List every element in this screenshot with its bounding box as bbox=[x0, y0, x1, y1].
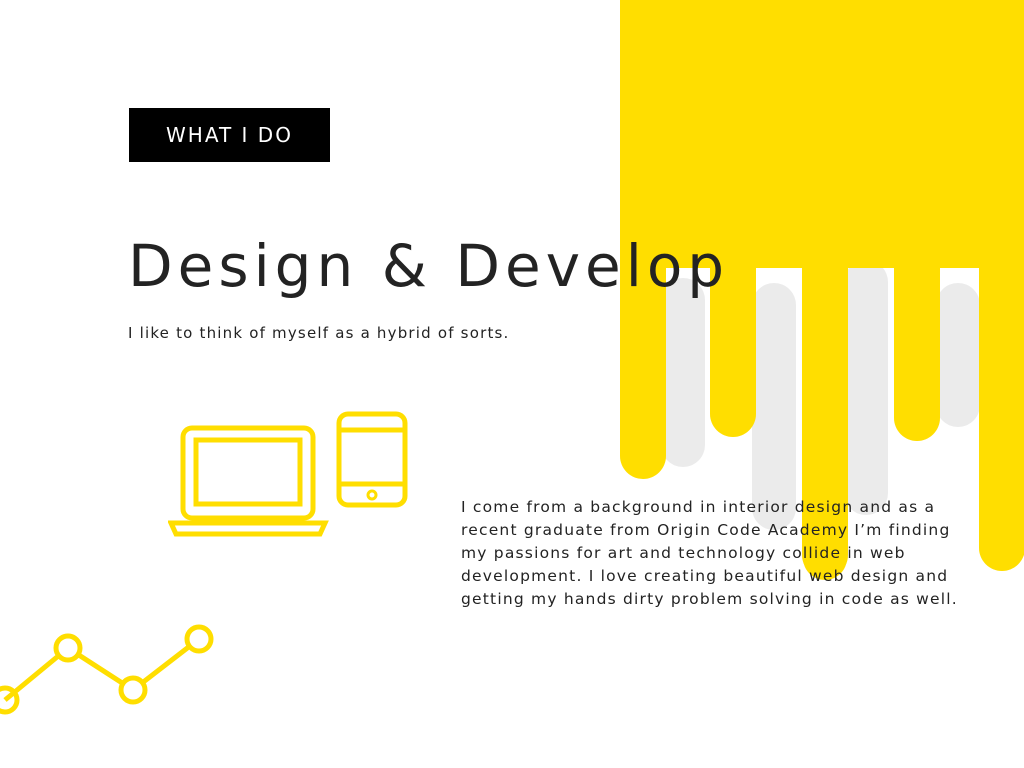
graph-node-2 bbox=[53, 633, 83, 663]
laptop-tablet-icon bbox=[168, 411, 408, 537]
about-body-text: I come from a background in interior des… bbox=[461, 498, 958, 608]
section-badge: WHAT I DO bbox=[129, 108, 330, 162]
what-i-do-page: WHAT I DO Design & Develop I like to thi… bbox=[0, 0, 1024, 768]
graph-line bbox=[3, 637, 201, 702]
tablet-home-button bbox=[366, 489, 378, 501]
graph-node-3 bbox=[118, 675, 148, 705]
laptop-screen bbox=[193, 437, 303, 507]
laptop-base bbox=[168, 520, 329, 537]
page-title: Design & Develop bbox=[128, 232, 730, 300]
tagline: I like to think of myself as a hybrid of… bbox=[128, 324, 510, 342]
graph-node-4 bbox=[184, 624, 214, 654]
line-graph-icon bbox=[0, 624, 214, 715]
laptop-icon bbox=[168, 425, 329, 537]
tablet-icon bbox=[336, 411, 408, 508]
